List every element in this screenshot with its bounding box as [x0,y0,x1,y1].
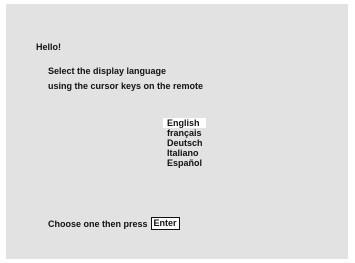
language-option-deutsch[interactable]: Deutsch [163,138,206,148]
instruction-line-1: Select the display language [48,66,167,76]
language-option-italiano[interactable]: Italiano [163,148,206,158]
enter-key-button[interactable]: Enter [150,217,180,230]
language-option-english[interactable]: English [163,118,206,128]
greeting-heading: Hello! [36,42,62,52]
setup-screen: Hello! Select the display language using… [6,4,348,259]
footer-instruction: Choose one then press Enter [48,217,180,230]
language-list: English français Deutsch Italiano Españo… [163,118,206,168]
language-option-francais[interactable]: français [163,128,206,138]
language-option-espanol[interactable]: Español [163,158,206,168]
footer-prompt-text: Choose one then press [48,218,148,229]
instruction-line-2: using the cursor keys on the remote [48,81,204,91]
